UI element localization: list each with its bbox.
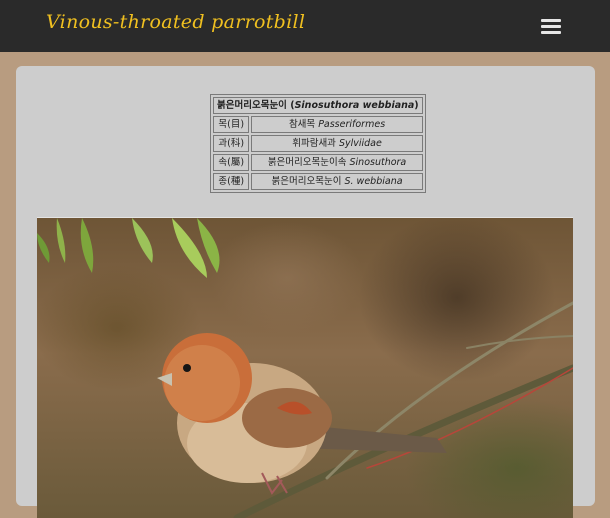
table-row: 목(目) 참새목 Passeriformes xyxy=(213,116,423,133)
table-row: 종(種) 붉은머리오목눈이 S. webbiana xyxy=(213,173,423,190)
korean-name: 붉은머리오목눈이속 xyxy=(267,157,350,168)
latin-name: S. webbiana xyxy=(344,176,403,187)
rank-cell: 속(屬) xyxy=(213,154,250,171)
korean-name: 휘파람새과 xyxy=(292,138,339,149)
value-cell: 참새목 Passeriformes xyxy=(251,116,423,133)
hamburger-menu-icon[interactable] xyxy=(538,16,564,36)
menu-bar-line xyxy=(541,25,561,28)
taxonomy-title: 붉은머리오목눈이 (Sinosuthora webbiana) xyxy=(213,97,423,114)
latin-name: Sylviidae xyxy=(338,138,382,149)
korean-name: 참새목 xyxy=(288,119,319,130)
latin-name: Passeriformes xyxy=(318,119,386,130)
korean-name: 붉은머리오목눈이 xyxy=(271,176,345,187)
leaves xyxy=(37,218,220,278)
taxonomy-title-close: ) xyxy=(414,100,419,111)
rank-cell: 목(目) xyxy=(213,116,250,133)
site-title[interactable]: Vinous-throated parrotbill xyxy=(46,11,305,33)
value-cell: 붉은머리오목눈이 S. webbiana xyxy=(251,173,423,190)
menu-bar-line xyxy=(541,31,561,34)
value-cell: 붉은머리오목눈이속 Sinosuthora xyxy=(251,154,423,171)
taxonomy-table: 붉은머리오목눈이 (Sinosuthora webbiana) 목(目) 참새목… xyxy=(210,94,426,193)
taxonomy-title-latin: Sinosuthora webbiana xyxy=(294,100,415,111)
table-row: 과(科) 휘파람새과 Sylviidae xyxy=(213,135,423,152)
rank-cell: 종(種) xyxy=(213,173,250,190)
menu-bar-line xyxy=(541,19,561,22)
top-bar: Vinous-throated parrotbill xyxy=(0,0,610,52)
latin-name: Sinosuthora xyxy=(349,157,407,168)
bird-illustration xyxy=(37,218,573,518)
content-card: 붉은머리오목눈이 (Sinosuthora webbiana) 목(目) 참새목… xyxy=(16,66,595,518)
table-row: 속(屬) 붉은머리오목눈이속 Sinosuthora xyxy=(213,154,423,171)
taxonomy-title-korean: 붉은머리오목눈이 ( xyxy=(217,100,295,111)
bird-photo xyxy=(37,217,573,518)
rank-cell: 과(科) xyxy=(213,135,250,152)
value-cell: 휘파람새과 Sylviidae xyxy=(251,135,423,152)
taxonomy-header-row: 붉은머리오목눈이 (Sinosuthora webbiana) xyxy=(213,97,423,114)
